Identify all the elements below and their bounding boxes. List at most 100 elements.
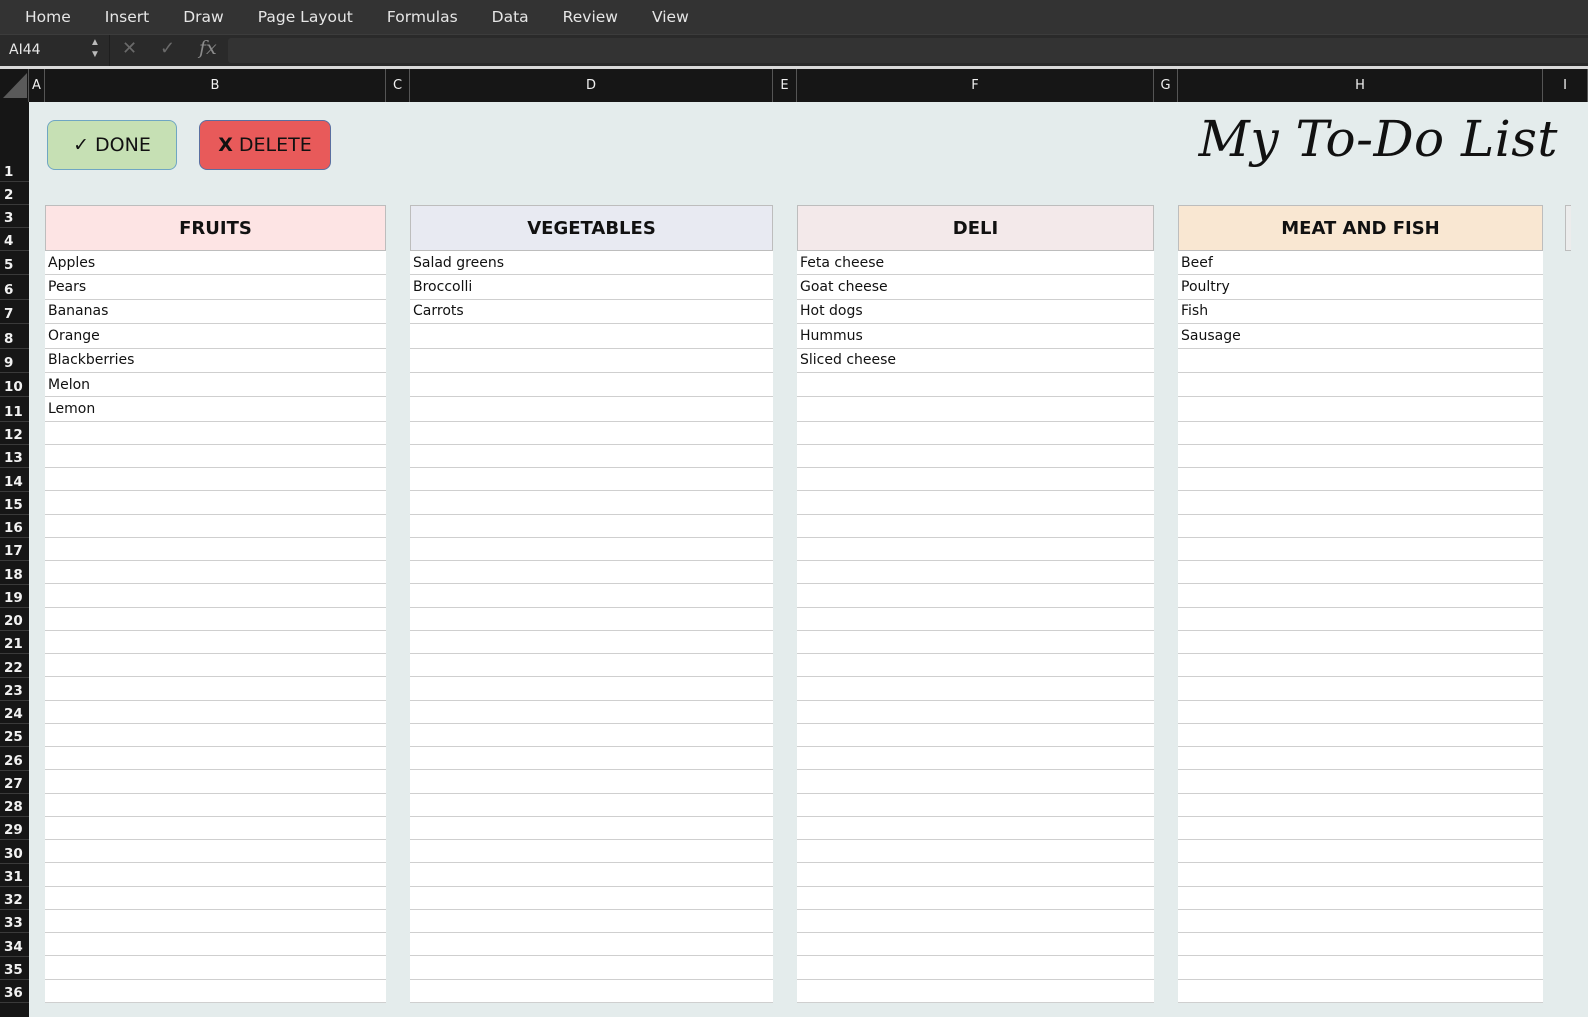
done-button[interactable]: ✓ DONE bbox=[47, 120, 177, 170]
list-item[interactable] bbox=[797, 584, 1154, 608]
list-item[interactable] bbox=[410, 444, 773, 469]
list-item[interactable] bbox=[410, 348, 773, 373]
row-header-19[interactable]: 19 bbox=[0, 585, 29, 608]
row-header-3[interactable]: 3 bbox=[0, 205, 29, 228]
row-header-13[interactable]: 13 bbox=[0, 445, 29, 469]
list-item[interactable] bbox=[1178, 700, 1543, 724]
list-item[interactable] bbox=[410, 514, 773, 538]
row-header-1[interactable]: 1 bbox=[0, 102, 29, 182]
list-item[interactable] bbox=[410, 747, 773, 771]
list-item[interactable] bbox=[45, 561, 386, 585]
list-item[interactable] bbox=[797, 514, 1154, 538]
list-item[interactable] bbox=[1178, 770, 1543, 794]
list-item[interactable] bbox=[1178, 514, 1543, 538]
list-item[interactable] bbox=[1178, 444, 1543, 469]
list-item[interactable] bbox=[45, 607, 386, 631]
list-item[interactable] bbox=[1178, 491, 1543, 515]
row-header-5[interactable]: 5 bbox=[0, 251, 29, 276]
list-item[interactable]: Bananas bbox=[45, 299, 386, 325]
row-header-36[interactable]: 36 bbox=[0, 980, 29, 1004]
row-header-7[interactable]: 7 bbox=[0, 300, 29, 325]
list-item[interactable] bbox=[410, 561, 773, 585]
list-item[interactable]: Fish bbox=[1178, 299, 1543, 325]
list-item[interactable] bbox=[410, 468, 773, 492]
row-header-22[interactable]: 22 bbox=[0, 654, 29, 678]
list-item[interactable] bbox=[797, 372, 1154, 398]
menu-formulas[interactable]: Formulas bbox=[387, 8, 458, 26]
list-item[interactable]: Sliced cheese bbox=[797, 348, 1154, 373]
list-item[interactable]: Orange bbox=[45, 324, 386, 349]
row-header-29[interactable]: 29 bbox=[0, 817, 29, 841]
worksheet-grid[interactable]: ✓ DONE X DELETE My To-Do List FRUITS Appl… bbox=[29, 102, 1588, 1017]
row-header-34[interactable]: 34 bbox=[0, 933, 29, 957]
list-item[interactable] bbox=[797, 468, 1154, 492]
list-item[interactable] bbox=[410, 816, 773, 841]
row-header-11[interactable]: 11 bbox=[0, 397, 29, 422]
list-item[interactable]: Poultry bbox=[1178, 275, 1543, 300]
list-item[interactable] bbox=[797, 561, 1154, 585]
list-item[interactable]: Salad greens bbox=[410, 251, 773, 276]
list-item[interactable] bbox=[45, 933, 386, 957]
list-item[interactable] bbox=[797, 444, 1154, 469]
row-header-15[interactable]: 15 bbox=[0, 492, 29, 515]
row-header-27[interactable]: 27 bbox=[0, 771, 29, 794]
column-header-e[interactable]: E bbox=[773, 69, 797, 102]
list-item[interactable] bbox=[410, 723, 773, 748]
column-header-c[interactable]: C bbox=[386, 69, 410, 102]
list-item[interactable]: Carrots bbox=[410, 299, 773, 325]
list-item[interactable] bbox=[797, 956, 1154, 980]
menu-review[interactable]: Review bbox=[563, 8, 618, 26]
list-item[interactable] bbox=[45, 630, 386, 655]
list-item[interactable]: Goat cheese bbox=[797, 275, 1154, 300]
list-item[interactable] bbox=[45, 840, 386, 864]
list-item[interactable] bbox=[410, 654, 773, 678]
list-item[interactable] bbox=[45, 956, 386, 980]
list-item[interactable] bbox=[410, 537, 773, 562]
list-item[interactable] bbox=[410, 700, 773, 724]
list-item[interactable] bbox=[410, 584, 773, 608]
list-header-deli[interactable]: DELI bbox=[797, 205, 1154, 251]
list-item[interactable] bbox=[797, 677, 1154, 701]
row-header-8[interactable]: 8 bbox=[0, 324, 29, 349]
insert-function-icon[interactable]: fx bbox=[199, 37, 217, 59]
list-item[interactable] bbox=[797, 863, 1154, 887]
list-item[interactable] bbox=[1178, 840, 1543, 864]
list-item[interactable] bbox=[410, 909, 773, 934]
list-item[interactable]: Pears bbox=[45, 275, 386, 300]
list-item[interactable]: Feta cheese bbox=[797, 251, 1154, 276]
list-item[interactable] bbox=[410, 630, 773, 655]
list-item[interactable] bbox=[45, 468, 386, 492]
column-header-a[interactable]: A bbox=[29, 69, 45, 102]
list-item[interactable]: Lemon bbox=[45, 397, 386, 422]
list-item[interactable] bbox=[410, 886, 773, 910]
list-item[interactable] bbox=[1178, 348, 1543, 373]
row-header-12[interactable]: 12 bbox=[0, 422, 29, 446]
list-item[interactable] bbox=[1178, 561, 1543, 585]
list-item[interactable] bbox=[45, 444, 386, 469]
column-header-i[interactable]: I bbox=[1543, 69, 1588, 102]
row-header-33[interactable]: 33 bbox=[0, 910, 29, 934]
list-item[interactable] bbox=[410, 933, 773, 957]
list-item[interactable] bbox=[1178, 956, 1543, 980]
list-item[interactable] bbox=[45, 909, 386, 934]
list-item[interactable] bbox=[410, 770, 773, 794]
list-item[interactable] bbox=[45, 584, 386, 608]
list-header-vegetables[interactable]: VEGETABLES bbox=[410, 205, 773, 251]
list-item[interactable] bbox=[1178, 723, 1543, 748]
column-header-b[interactable]: B bbox=[45, 69, 386, 102]
row-header-24[interactable]: 24 bbox=[0, 701, 29, 725]
list-item[interactable]: Hot dogs bbox=[797, 299, 1154, 325]
list-item[interactable] bbox=[1178, 468, 1543, 492]
column-header-h[interactable]: H bbox=[1178, 69, 1543, 102]
list-item[interactable] bbox=[45, 491, 386, 515]
list-item[interactable] bbox=[45, 700, 386, 724]
list-item[interactable] bbox=[410, 421, 773, 445]
list-item[interactable] bbox=[45, 793, 386, 817]
list-item[interactable] bbox=[1178, 372, 1543, 398]
list-item[interactable] bbox=[45, 654, 386, 678]
row-header-10[interactable]: 10 bbox=[0, 373, 29, 398]
list-item[interactable] bbox=[1178, 630, 1543, 655]
menu-draw[interactable]: Draw bbox=[183, 8, 223, 26]
list-item[interactable] bbox=[1178, 537, 1543, 562]
list-item[interactable] bbox=[797, 933, 1154, 957]
